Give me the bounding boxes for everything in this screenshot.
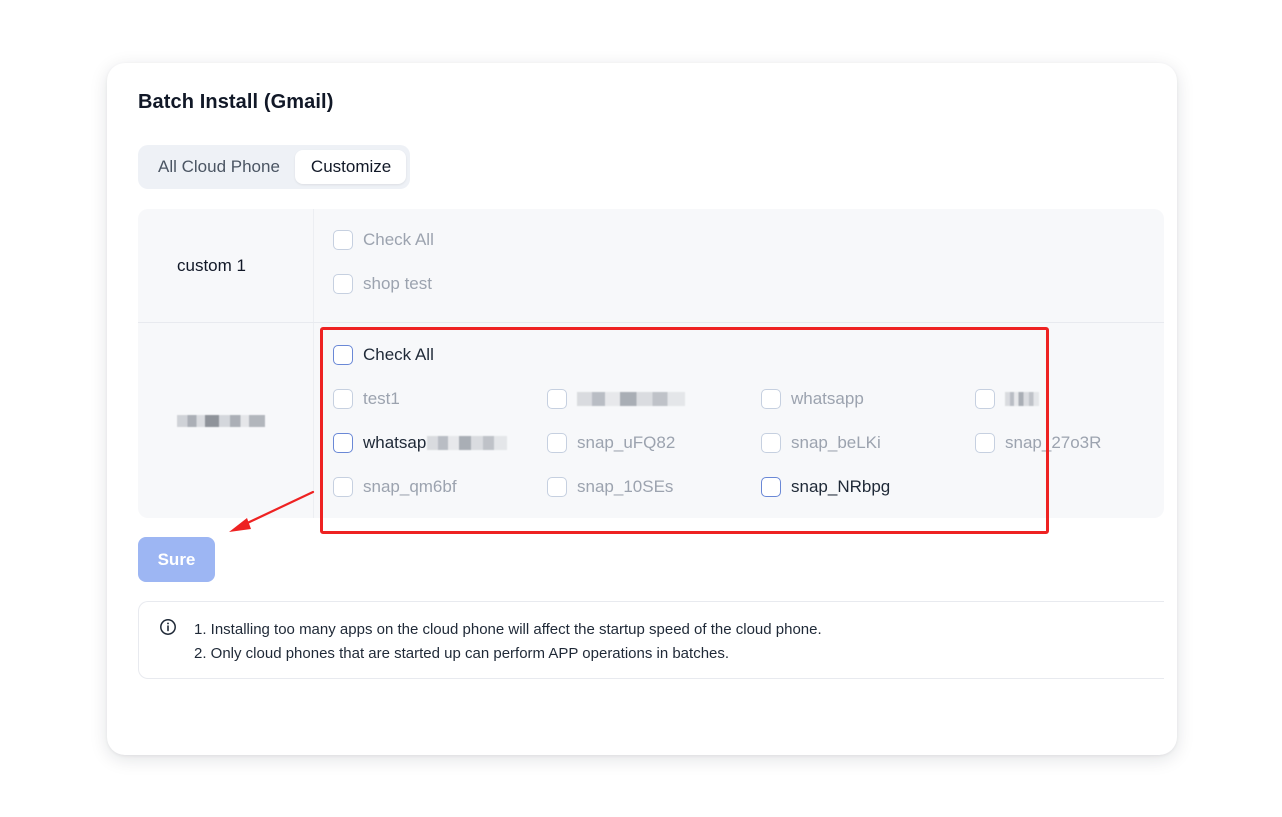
batch-install-dialog: Batch Install (Gmail) All Cloud Phone Cu… bbox=[107, 63, 1177, 755]
group-options: Check All shop test bbox=[314, 209, 1164, 322]
sure-button[interactable]: Sure bbox=[138, 537, 215, 582]
redacted-group-name bbox=[177, 414, 265, 427]
checkbox-box[interactable] bbox=[761, 389, 781, 409]
notice-text: 1. Installing too many apps on the cloud… bbox=[194, 618, 822, 666]
phone-checkbox[interactable]: test1 bbox=[333, 387, 400, 411]
tab-all-cloud-phone[interactable]: All Cloud Phone bbox=[142, 150, 295, 184]
phone-checkbox[interactable] bbox=[547, 387, 685, 411]
checkbox-box[interactable] bbox=[761, 477, 781, 497]
group-row: Check All test1 whatsapp whatsap snap_uF… bbox=[138, 322, 1164, 518]
group-options: Check All test1 whatsapp whatsap snap_uF… bbox=[314, 323, 1164, 518]
phone-checkbox[interactable]: snap_NRbpg bbox=[761, 475, 890, 499]
checkbox-label: snap_NRbpg bbox=[791, 477, 891, 496]
tab-customize[interactable]: Customize bbox=[294, 150, 407, 184]
phone-checkbox[interactable]: snap_uFQ82 bbox=[547, 431, 675, 455]
checkbox-label: Check All bbox=[363, 230, 434, 249]
redacted-label bbox=[427, 436, 508, 450]
checkbox-label: whatsapp bbox=[791, 389, 864, 408]
checkbox-box[interactable] bbox=[333, 433, 353, 453]
redacted-label bbox=[577, 392, 685, 406]
group-row: custom 1 Check All shop test bbox=[138, 209, 1164, 322]
phone-checkbox[interactable]: whatsapp bbox=[761, 387, 864, 411]
checkbox-label: shop test bbox=[363, 274, 432, 293]
checkbox-box[interactable] bbox=[333, 345, 353, 365]
redacted-label bbox=[1005, 392, 1039, 406]
checkbox-box[interactable] bbox=[333, 389, 353, 409]
phone-checkbox[interactable]: snap_10SEs bbox=[547, 475, 673, 499]
notice-line: 2. Only cloud phones that are started up… bbox=[194, 645, 730, 662]
group-list: custom 1 Check All shop test Check All t… bbox=[138, 209, 1164, 518]
checkbox-label: snap_beLKi bbox=[791, 433, 881, 452]
checkbox-box[interactable] bbox=[547, 433, 567, 453]
checkbox-box[interactable] bbox=[761, 433, 781, 453]
checkbox-box[interactable] bbox=[333, 274, 353, 294]
phone-checkbox[interactable]: snap_27o3R bbox=[975, 431, 1101, 455]
dialog-title: Batch Install (Gmail) bbox=[138, 91, 334, 113]
checkbox-label: snap_uFQ82 bbox=[577, 433, 676, 452]
scope-segmented-control: All Cloud Phone Customize bbox=[138, 145, 411, 189]
checkbox-label: snap_qm6bf bbox=[363, 477, 457, 496]
notice-line: 1. Installing too many apps on the cloud… bbox=[194, 621, 822, 638]
check-all-checkbox[interactable]: Check All bbox=[333, 228, 434, 252]
checkbox-box[interactable] bbox=[547, 477, 567, 497]
phone-checkbox[interactable]: whatsap bbox=[333, 431, 508, 455]
check-all-checkbox[interactable]: Check All bbox=[333, 343, 434, 367]
checkbox-box[interactable] bbox=[975, 389, 995, 409]
checkbox-label: whatsap bbox=[363, 433, 427, 452]
phone-checkbox[interactable]: snap_qm6bf bbox=[333, 475, 457, 499]
group-name: custom 1 bbox=[138, 209, 314, 322]
checkbox-label: Check All bbox=[363, 345, 434, 364]
checkbox-box[interactable] bbox=[975, 433, 995, 453]
phone-checkbox[interactable] bbox=[975, 387, 1039, 411]
phone-checkbox[interactable]: shop test bbox=[333, 272, 432, 296]
notice-box: 1. Installing too many apps on the cloud… bbox=[138, 601, 1164, 679]
checkbox-box[interactable] bbox=[547, 389, 567, 409]
checkbox-label: test1 bbox=[363, 389, 400, 408]
checkbox-label: snap_27o3R bbox=[1005, 433, 1102, 452]
phone-checkbox[interactable]: snap_beLKi bbox=[761, 431, 881, 455]
checkbox-box[interactable] bbox=[333, 477, 353, 497]
info-circle-icon bbox=[160, 619, 176, 635]
checkbox-label: snap_10SEs bbox=[577, 477, 674, 496]
checkbox-box[interactable] bbox=[333, 230, 353, 250]
group-name bbox=[138, 323, 314, 518]
